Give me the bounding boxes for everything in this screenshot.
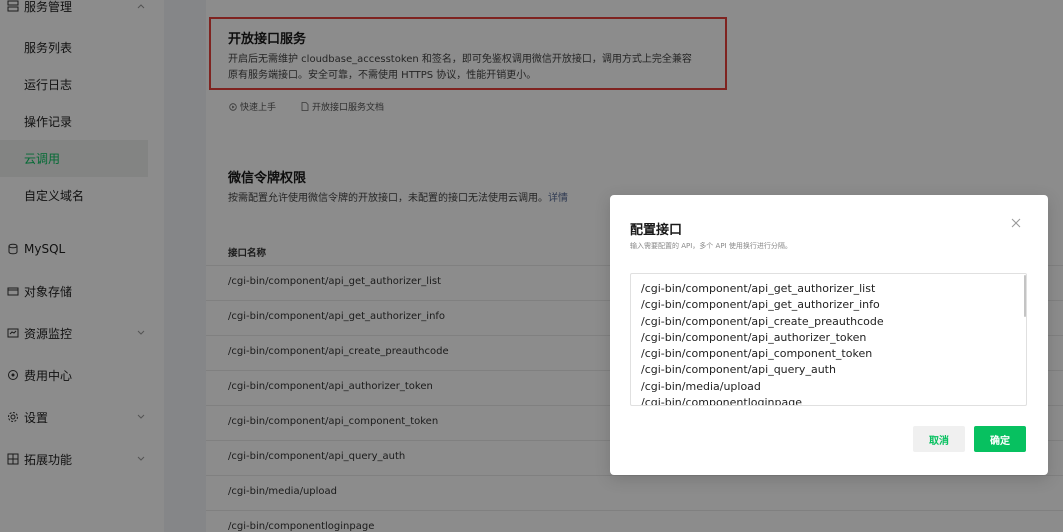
textarea-line: /cgi-bin/component/api_get_authorizer_in… [641,298,880,312]
textarea-line: /cgi-bin/component/api_create_preauthcod… [641,314,884,328]
textarea-scrollbar[interactable] [1024,275,1026,317]
dialog-title: 配置接口 [630,223,683,238]
dialog-subtitle: 输入需要配置的 API，多个 API 使用换行进行分隔。 [630,242,792,250]
textarea-line: /cgi-bin/component/api_component_token [641,347,873,361]
textarea-line: /cgi-bin/componentloginpage [641,396,802,406]
api-list-textarea[interactable]: /cgi-bin/component/api_get_authorizer_li… [630,273,1027,406]
textarea-line: /cgi-bin/media/upload [641,379,761,393]
textarea-line: /cgi-bin/component/api_query_auth [641,363,836,377]
textarea-line: /cgi-bin/component/api_authorizer_token [641,330,867,344]
textarea-line: /cgi-bin/component/api_get_authorizer_li… [641,282,876,295]
cancel-button[interactable]: 取消 [913,426,965,452]
confirm-button[interactable]: 确定 [974,426,1026,452]
configure-api-dialog: 配置接口 输入需要配置的 API，多个 API 使用换行进行分隔。 /cgi-b… [610,195,1048,475]
close-icon[interactable] [1010,217,1022,229]
